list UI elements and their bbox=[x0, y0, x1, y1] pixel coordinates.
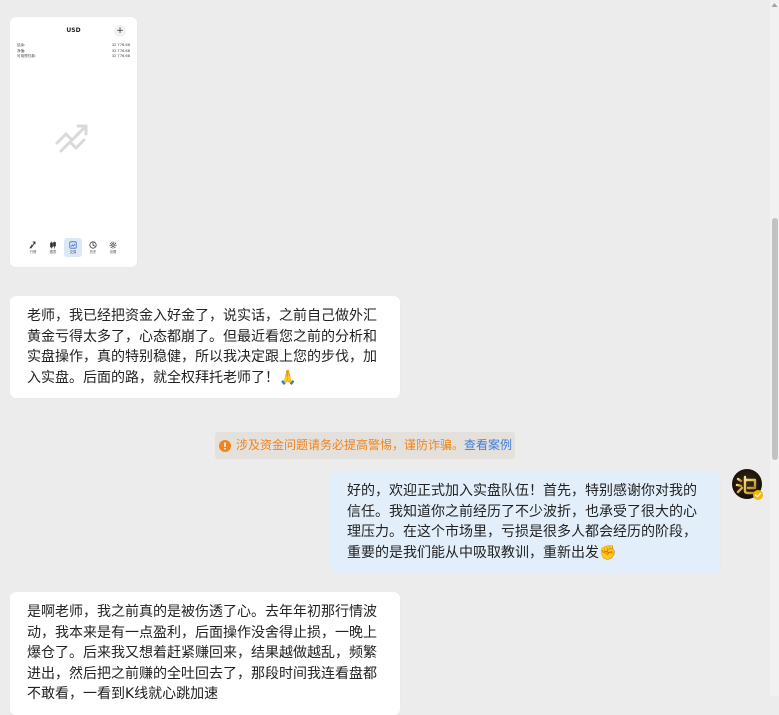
notice-text: 涉及资金问题请务必提高警惕，谨防诈骗。 bbox=[236, 438, 465, 452]
screenshot-row-label: 可用预付款: bbox=[17, 54, 37, 58]
fraud-warning-notice: 涉及资金问题请务必提高警惕，谨防诈骗。 查看案例 bbox=[215, 432, 515, 459]
screenshot-nav-trade: 交易 bbox=[64, 238, 82, 257]
image-message[interactable]: USD + 结余: 32 776.68 净值: 32 776.68 可用预付款:… bbox=[10, 17, 137, 267]
screenshot-nav-chart: 图表 bbox=[44, 238, 62, 257]
message-line: 进出，然后把之前赚的全吐回去了，那段时间我连看盘都 bbox=[27, 665, 377, 682]
chart-icon bbox=[50, 241, 56, 249]
screenshot-bottom-nav: 行情 图表 交易 历史 设置 bbox=[10, 237, 137, 259]
trade-icon bbox=[69, 241, 77, 249]
screenshot-row-value: 32 776.68 bbox=[111, 43, 130, 47]
screenshot-row-value: 32 776.68 bbox=[111, 48, 130, 53]
screenshot-add-button: + bbox=[114, 25, 126, 37]
screenshot-nav-history: 历史 bbox=[84, 238, 102, 257]
screenshot-row-equity: 净值: 32 776.68 bbox=[17, 49, 130, 54]
message-line: 不敢看，一看到K线就心跳加速 bbox=[27, 686, 219, 702]
quotes-icon bbox=[29, 241, 36, 249]
screenshot-nav-label: 交易 bbox=[69, 250, 77, 254]
view-cases-link[interactable]: 查看案例 bbox=[464, 432, 512, 459]
screenshot-row-value: 32 776.68 bbox=[111, 54, 130, 58]
screenshot-nav-label: 设置 bbox=[109, 250, 117, 254]
message-line: 理压力。在这个市场里，亏损是很多人都会经历的阶段， bbox=[347, 524, 697, 540]
screenshot-nav-label: 图表 bbox=[49, 250, 57, 254]
screenshot-row-label: 结余: bbox=[17, 43, 26, 47]
screenshot-nav-label: 行情 bbox=[29, 250, 37, 254]
message-line: 动，我本来是有一点盈利，后面操作没舍得止损，一晚上 bbox=[27, 624, 377, 641]
screenshot-nav-settings: 设置 bbox=[104, 238, 122, 257]
avatar[interactable] bbox=[732, 469, 763, 500]
history-icon bbox=[89, 241, 97, 249]
screenshot-nav-quotes: 行情 bbox=[24, 238, 42, 257]
screenshot-row-label: 净值: bbox=[17, 48, 26, 53]
message-line: 老师，我已经把资金入好金了，说实话，之前自己做外汇 bbox=[27, 308, 377, 324]
screenshot-row-balance: 结余: 32 776.68 bbox=[17, 43, 130, 48]
message-bubble-incoming[interactable]: 老师，我已经把资金入好金了，说实话，之前自己做外汇 黄金亏得太多了，心态都崩了。… bbox=[10, 296, 400, 398]
verified-badge-icon bbox=[753, 490, 763, 500]
message-line: 入实盘。后面的路，就全权拜托老师了！🙏 bbox=[27, 369, 297, 386]
message-line: 重要的是我们能从中吸取教训，重新出发✊ bbox=[347, 544, 617, 561]
scroll-up-arrow-icon[interactable] bbox=[771, 2, 778, 8]
screenshot-row-free-margin: 可用预付款: 32 776.68 bbox=[17, 54, 130, 59]
message-line: 黄金亏得太多了，心态都崩了。但最近看您之前的分析和 bbox=[27, 328, 377, 345]
message-line: 实盘操作，真的特别稳健，所以我决定跟上您的步伐，加 bbox=[27, 349, 377, 365]
screenshot-nav-label: 历史 bbox=[89, 250, 97, 254]
scrollbar-thumb[interactable] bbox=[772, 218, 778, 460]
trend-up-icon bbox=[55, 124, 88, 153]
message-line: 信任。我知道你之前经历了不少波折，也承受了很大的心 bbox=[347, 503, 697, 520]
message-line: 是啊老师，我之前真的是被伤透了心。去年年初那行情波 bbox=[27, 604, 377, 620]
warning-icon bbox=[219, 439, 231, 452]
message-line: 好的，欢迎正式加入实盘队伍！首先，特别感谢你对我的 bbox=[347, 483, 697, 499]
message-line: 爆仓了。后来我又想着赶紧赚回来，结果越做越乱，频繁 bbox=[27, 645, 377, 661]
settings-icon bbox=[109, 241, 117, 249]
message-bubble-incoming[interactable]: 是啊老师，我之前真的是被伤透了心。去年年初那行情波 动，我本来是有一点盈利，后面… bbox=[10, 592, 400, 715]
message-bubble-outgoing[interactable]: 好的，欢迎正式加入实盘队伍！首先，特别感谢你对我的 信任。我知道你之前经历了不少… bbox=[330, 471, 720, 573]
